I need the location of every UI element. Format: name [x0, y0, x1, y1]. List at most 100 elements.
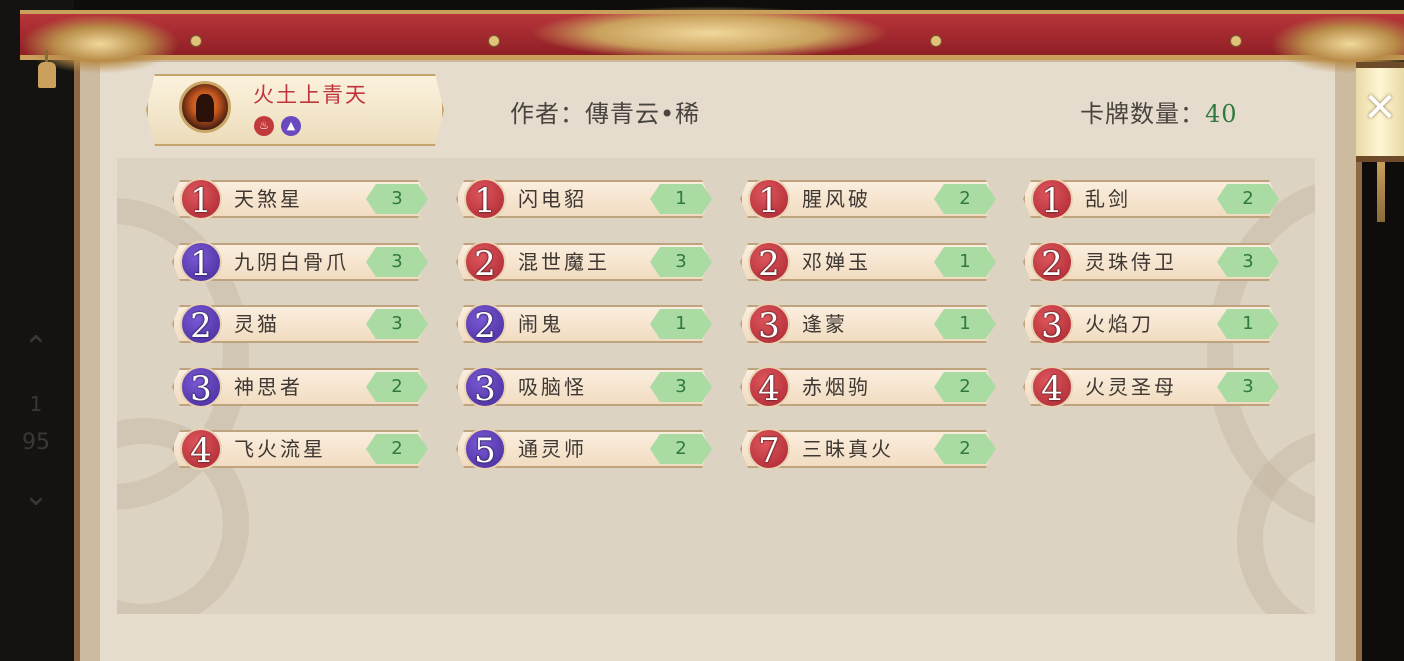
card-quantity: 1	[1217, 309, 1279, 339]
card-name: 天煞星	[234, 187, 303, 211]
card-name: 灵珠侍卫	[1085, 250, 1177, 274]
card-name: 通灵师	[518, 437, 587, 461]
card-cost: 2	[180, 303, 222, 346]
card-entry[interactable]: 4 飞火流星 2	[166, 428, 428, 471]
card-name: 九阴白骨爪	[234, 250, 349, 274]
card-cost: 4	[180, 428, 222, 471]
card-name: 吸脑怪	[518, 375, 587, 399]
author-line: 作者：傳青云•稀	[510, 94, 700, 129]
card-quantity: 1	[934, 309, 996, 339]
card-quantity: 2	[366, 434, 428, 464]
card-quantity: 2	[934, 184, 996, 214]
card-cost: 7	[748, 428, 790, 471]
card-entry[interactable]: 4 赤烟驹 2	[734, 366, 996, 409]
card-cost: 2	[748, 241, 790, 284]
card-entry[interactable]: 7 三昧真火 2	[734, 428, 996, 471]
close-icon[interactable]: ✕	[1356, 84, 1404, 132]
card-cost: 2	[464, 303, 506, 346]
card-cost: 4	[748, 366, 790, 409]
banner-center-ornament	[530, 6, 890, 60]
card-name: 火焰刀	[1085, 312, 1154, 336]
card-quantity: 1	[650, 184, 712, 214]
card-quantity: 2	[650, 434, 712, 464]
card-entry[interactable]: 5 通灵师 2	[450, 428, 712, 471]
card-cost: 1	[748, 178, 790, 221]
card-entry[interactable]: 3 火焰刀 1	[1017, 303, 1279, 346]
card-quantity: 3	[650, 372, 712, 402]
card-name: 三昧真火	[802, 437, 894, 461]
banner-stud	[488, 35, 500, 47]
card-name: 闪电貂	[518, 187, 587, 211]
card-cost: 4	[1031, 366, 1073, 409]
card-cost: 2	[464, 241, 506, 284]
author-name: 傳青云•稀	[585, 100, 701, 128]
deck-avatar	[179, 81, 231, 133]
lantern-tassel	[1377, 162, 1385, 222]
fire-icon: ♨	[254, 116, 274, 136]
card-quantity: 2	[934, 372, 996, 402]
card-entry[interactable]: 1 九阴白骨爪 3	[166, 241, 428, 284]
card-quantity: 3	[1217, 372, 1279, 402]
card-quantity: 3	[1217, 247, 1279, 277]
card-count-value: 40	[1205, 100, 1238, 128]
card-cost: 1	[464, 178, 506, 221]
card-count: 卡牌数量：40	[1080, 94, 1238, 129]
card-entry[interactable]: 1 腥风破 2	[734, 178, 996, 221]
earth-icon: ▲	[281, 116, 301, 136]
card-name: 火灵圣母	[1085, 375, 1177, 399]
page-number: 1	[29, 392, 43, 416]
left-sidebar: ⌃ 1 95 ⌄	[0, 0, 74, 661]
card-entry[interactable]: 1 天煞星 3	[166, 178, 428, 221]
hero-silhouette-icon	[196, 94, 214, 122]
card-cost: 1	[1031, 178, 1073, 221]
card-quantity: 2	[1217, 184, 1279, 214]
card-cost: 1	[180, 178, 222, 221]
card-name: 乱剑	[1085, 187, 1131, 211]
deck-detail-screen: ⌃ 1 95 ⌄ ✕ 火土上青天 ♨ ▲ 作者：傳青云•稀 卡牌数量：40 1天…	[0, 0, 1404, 661]
banner-stud	[190, 35, 202, 47]
card-quantity: 3	[650, 247, 712, 277]
card-name: 邓婵玉	[802, 250, 871, 274]
card-entry[interactable]: 1 乱剑 2	[1017, 178, 1279, 221]
banner-stud	[1230, 35, 1242, 47]
card-quantity: 2	[934, 434, 996, 464]
card-entry[interactable]: 2 邓婵玉 1	[734, 241, 996, 284]
card-entry[interactable]: 3 吸脑怪 3	[450, 366, 712, 409]
card-entry[interactable]: 4 火灵圣母 3	[1017, 366, 1279, 409]
card-name: 闹鬼	[518, 312, 564, 336]
card-quantity: 3	[366, 309, 428, 339]
card-cost: 5	[464, 428, 506, 471]
card-cost: 1	[180, 241, 222, 284]
card-name: 飞火流星	[234, 437, 326, 461]
card-entry[interactable]: 2 灵猫 3	[166, 303, 428, 346]
card-entry[interactable]: 2 混世魔王 3	[450, 241, 712, 284]
card-cost: 3	[748, 303, 790, 346]
card-name: 灵猫	[234, 312, 280, 336]
scroll-up-icon[interactable]: ⌃	[16, 330, 56, 365]
card-name: 腥风破	[802, 187, 871, 211]
card-name: 神思者	[234, 375, 303, 399]
card-quantity: 1	[650, 309, 712, 339]
card-entry[interactable]: 3 逢蒙 1	[734, 303, 996, 346]
card-name: 混世魔王	[518, 250, 610, 274]
scroll-down-icon[interactable]: ⌄	[16, 478, 56, 513]
card-entry[interactable]: 3 神思者 2	[166, 366, 428, 409]
close-lantern-button[interactable]: ✕	[1356, 62, 1404, 162]
card-entry[interactable]: 2 灵珠侍卫 3	[1017, 241, 1279, 284]
card-quantity: 2	[366, 372, 428, 402]
card-entry[interactable]: 1 闪电貂 1	[450, 178, 712, 221]
card-cost: 3	[1031, 303, 1073, 346]
card-name: 逢蒙	[802, 312, 848, 336]
card-cost: 3	[464, 366, 506, 409]
card-name: 赤烟驹	[802, 375, 871, 399]
deck-name: 火土上青天	[253, 83, 368, 107]
card-cost: 3	[180, 366, 222, 409]
author-label: 作者：	[510, 100, 585, 128]
card-entry[interactable]: 2 闹鬼 1	[450, 303, 712, 346]
card-cost: 2	[1031, 241, 1073, 284]
card-quantity: 1	[934, 247, 996, 277]
card-count-label: 卡牌数量：	[1080, 100, 1205, 128]
bell-icon	[38, 62, 56, 88]
card-quantity: 3	[366, 247, 428, 277]
banner-stud	[930, 35, 942, 47]
